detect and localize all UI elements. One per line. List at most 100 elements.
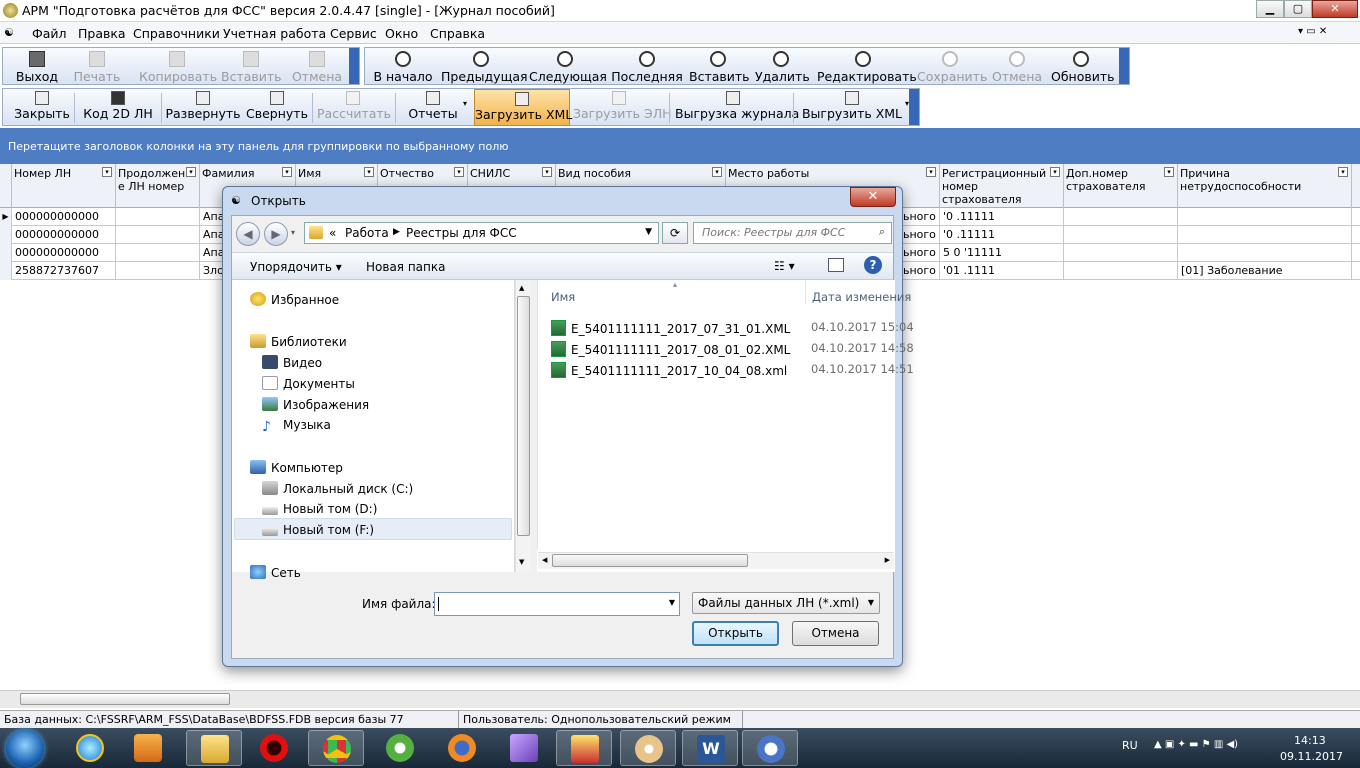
organize-button[interactable]: Упорядочить ▾ (250, 260, 342, 274)
nav-disk-f[interactable]: Новый том (F:) (262, 523, 374, 537)
column-date-header[interactable]: Дата изменения (812, 290, 911, 304)
nav-vertical-scrollbar[interactable]: ▲ ▼ (515, 280, 531, 572)
filter-icon[interactable]: ▾ (102, 167, 112, 177)
column-header-reason[interactable]: Причина нетрудоспособности ▾ (1178, 164, 1352, 208)
nav-network[interactable]: Сеть (250, 565, 301, 580)
menu-file[interactable]: Файл (32, 26, 67, 41)
open-button[interactable]: Открыть (692, 621, 779, 646)
taskbar-chrome[interactable] (308, 730, 364, 766)
mdi-controls[interactable]: ▾ ▭ ✕ (1298, 26, 1327, 37)
taskbar-paint[interactable] (620, 730, 676, 766)
nav-disk-d[interactable]: Новый том (D:) (262, 502, 377, 516)
taskbar-fss-app[interactable] (742, 730, 798, 766)
scrollbar-thumb[interactable] (552, 554, 748, 567)
filter-icon[interactable]: ▾ (542, 167, 552, 177)
save-button[interactable]: Сохранить (917, 51, 987, 84)
taskbar-opera[interactable] (246, 730, 302, 766)
scrollbar-thumb[interactable] (20, 693, 230, 705)
nav-video[interactable]: Видео (262, 355, 322, 370)
column-name-header[interactable]: Имя (551, 290, 575, 304)
close-journal-button[interactable]: Закрыть (13, 89, 71, 125)
taskbar-explorer[interactable] (186, 730, 242, 766)
filename-input[interactable]: ▼ (434, 592, 680, 616)
filter-icon[interactable]: ▾ (186, 167, 196, 177)
column-header-num[interactable]: Номер ЛН ▾ (12, 164, 116, 208)
copy-button[interactable]: Копировать (139, 51, 217, 84)
breadcrumb-registers[interactable]: Реестры для ФСС (406, 226, 517, 240)
menu-help[interactable]: Справка (430, 26, 485, 41)
filter-icon[interactable]: ▾ (926, 167, 936, 177)
back-button[interactable]: ◀ (236, 222, 260, 246)
column-header-continuation[interactable]: Продолжени е ЛН номер ▾ (116, 164, 200, 208)
taskbar-visual-studio[interactable] (496, 730, 552, 766)
first-record-button[interactable]: В начало (371, 51, 435, 84)
filetype-select[interactable]: Файлы данных ЛН (*.xml) ▼ (692, 592, 880, 614)
export-xml-button[interactable]: Выгрузить XML ▾ (799, 89, 909, 125)
group-by-panel[interactable]: Перетащите заголовок колонки на эту пане… (0, 128, 1360, 164)
scroll-left-icon[interactable]: ◀ (542, 556, 547, 564)
refresh-folder-button[interactable]: ⟳ (662, 222, 688, 244)
filename-dropdown-icon[interactable]: ▼ (669, 598, 675, 607)
help-icon[interactable]: ? (864, 256, 882, 274)
address-dropdown-icon[interactable]: ▼ (645, 227, 652, 237)
start-button[interactable] (6, 730, 44, 768)
menu-window[interactable]: Окно (385, 26, 418, 41)
search-icon[interactable]: ⌕ (879, 225, 885, 239)
filetype-dropdown-icon[interactable]: ▼ (868, 598, 874, 607)
scroll-right-icon[interactable]: ▶ (885, 556, 890, 564)
load-xml-button[interactable]: Загрузить XML (474, 89, 572, 126)
file-item[interactable]: E_5401111111_2017_08_01_02.XML (551, 341, 790, 357)
file-item[interactable]: E_5401111111_2017_10_04_08.xml (551, 362, 787, 378)
toolbar-grip[interactable] (349, 48, 359, 84)
menu-edit[interactable]: Правка (78, 26, 126, 41)
nav-music[interactable]: ♪ Музыка (262, 418, 331, 434)
column-header-reg-number[interactable]: Регистрационный номер страхователя ▾ (940, 164, 1064, 208)
new-folder-button[interactable]: Новая папка (366, 260, 445, 274)
print-button[interactable]: Печать (67, 51, 127, 84)
filter-icon[interactable]: ▾ (1050, 167, 1060, 177)
column-header-extra-number[interactable]: Доп.номер страхователя ▾ (1064, 164, 1178, 208)
preview-pane-icon[interactable] (828, 258, 844, 272)
cancel-edit-button[interactable]: Отмена (991, 51, 1043, 84)
filter-icon[interactable]: ▾ (712, 167, 722, 177)
taskbar-app[interactable] (556, 730, 612, 766)
expand-button[interactable]: Развернуть (165, 89, 241, 125)
export-journal-button[interactable]: Выгрузка журнала (675, 89, 799, 125)
delete-record-button[interactable]: Удалить (755, 51, 810, 84)
cancel-button[interactable]: Отмена (792, 621, 879, 646)
code-2d-button[interactable]: Код 2D ЛН (79, 89, 157, 125)
history-dropdown-icon[interactable]: ▾ (291, 228, 295, 237)
breadcrumb-separator-icon[interactable]: ▶ (393, 227, 400, 237)
clock-date[interactable]: 09.11.2017 (1280, 750, 1343, 763)
nav-favorites[interactable]: Избранное (250, 292, 339, 307)
filter-icon[interactable]: ▾ (1338, 167, 1348, 177)
view-options-icon[interactable]: ☷ ▾ (774, 259, 795, 273)
paste-button[interactable]: Вставить (221, 51, 282, 84)
tray-icons[interactable]: ▲ ▣ ✦ ▬ ⚑ ▥ ◀) (1154, 739, 1238, 750)
filter-icon[interactable]: ▾ (282, 167, 292, 177)
taskbar-ie[interactable] (62, 730, 118, 766)
filter-icon[interactable]: ▾ (364, 167, 374, 177)
collapse-button[interactable]: Свернуть (245, 89, 309, 125)
last-record-button[interactable]: Последняя (611, 51, 683, 84)
toolbar-grip[interactable] (909, 89, 919, 125)
clock-time[interactable]: 14:13 (1294, 734, 1326, 747)
file-horizontal-scrollbar[interactable]: ◀ ▶ (538, 552, 894, 569)
scroll-up-icon[interactable]: ▲ (519, 284, 524, 292)
prev-record-button[interactable]: Предыдущая (441, 51, 528, 84)
reports-button[interactable]: Отчеты ▾ (399, 89, 467, 125)
file-item[interactable]: E_5401111111_2017_07_31_01.XML (551, 320, 790, 336)
insert-record-button[interactable]: Вставить (689, 51, 750, 84)
language-indicator[interactable]: RU (1122, 739, 1138, 752)
nav-documents[interactable]: Документы (262, 376, 355, 391)
taskbar-firefox[interactable] (434, 730, 490, 766)
toolbar-grip[interactable] (1119, 48, 1129, 84)
scroll-down-icon[interactable]: ▼ (519, 558, 524, 566)
address-bar[interactable]: « Работа ▶ Реестры для ФСС ▼ (304, 222, 659, 244)
load-eln-button[interactable]: Загрузить ЭЛН (573, 89, 672, 125)
taskbar-utorrent[interactable] (372, 730, 428, 766)
taskbar-media-player[interactable] (120, 730, 176, 766)
calculate-button[interactable]: Рассчитать (317, 89, 391, 125)
breadcrumb-work[interactable]: Работа (345, 226, 389, 240)
undo-button[interactable]: Отмена (287, 51, 347, 84)
